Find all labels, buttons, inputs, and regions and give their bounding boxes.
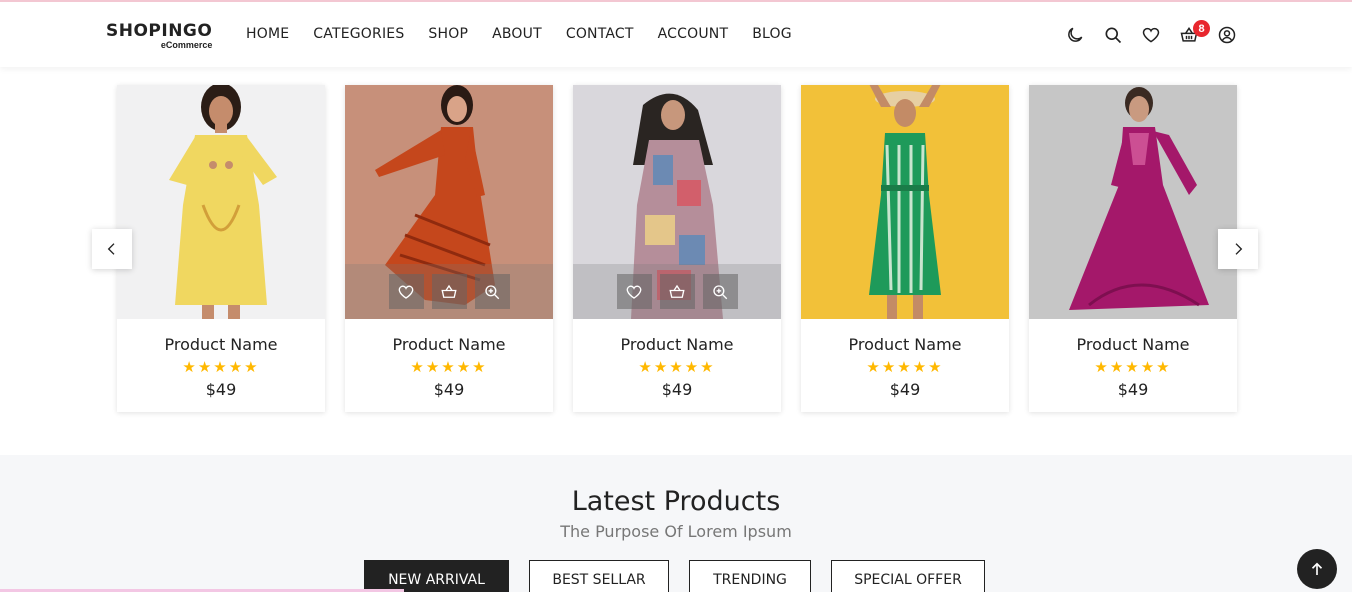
add-to-cart-button[interactable] [659, 274, 695, 309]
rating-stars: ★★★★★ [1094, 359, 1172, 376]
latest-products-section: Latest Products The Purpose Of Lorem Ips… [0, 455, 1352, 592]
product-price: $49 [661, 380, 693, 399]
tab-new-arrival[interactable]: NEW ARRIVAL [364, 560, 509, 592]
product-actions [573, 264, 781, 319]
product-info: Product Name ★★★★★ $49 [801, 319, 1009, 399]
nav-about[interactable]: ABOUT [492, 26, 542, 42]
product-name[interactable]: Product Name [1029, 335, 1237, 354]
product-card[interactable]: Product Name ★★★★★ $49 [801, 85, 1009, 412]
product-card[interactable]: Product Name ★★★★★ $49 [573, 85, 781, 412]
rating-stars: ★★★★★ [638, 359, 716, 376]
nav-shop[interactable]: SHOP [428, 26, 468, 42]
rating-stars: ★★★★★ [410, 359, 488, 376]
add-to-cart-button[interactable] [431, 274, 467, 309]
product-card[interactable]: Product Name ★★★★★ $49 [1029, 85, 1237, 412]
nav-account[interactable]: ACCOUNT [658, 26, 729, 42]
product-name[interactable]: Product Name [801, 335, 1009, 354]
site-header: SHOPINGO eCommerce HOME CATEGORIES SHOP … [0, 0, 1352, 67]
tab-best-sellar[interactable]: BEST SELLAR [529, 560, 669, 592]
chevron-left-icon [107, 243, 115, 255]
product-image[interactable] [573, 85, 781, 319]
nav-blog[interactable]: BLOG [752, 26, 792, 42]
nav-categories[interactable]: CATEGORIES [313, 26, 404, 42]
carousel-next-button[interactable] [1218, 229, 1258, 269]
product-info: Product Name ★★★★★ $49 [1029, 319, 1237, 399]
product-card[interactable]: Product Name ★★★★★ $49 [345, 85, 553, 412]
section-subtitle: The Purpose Of Lorem Ipsum [560, 522, 792, 541]
cart-count-badge: 8 [1193, 20, 1210, 37]
product-name[interactable]: Product Name [117, 335, 325, 354]
product-name[interactable]: Product Name [573, 335, 781, 354]
rating-stars: ★★★★★ [182, 359, 260, 376]
tab-trending[interactable]: TRENDING [689, 560, 811, 592]
brand-name: SHOPINGO [106, 21, 213, 41]
product-image[interactable] [117, 85, 325, 319]
product-carousel: Product Name ★★★★★ $49 Product Name ★★★★… [92, 85, 1258, 415]
product-price: $49 [433, 380, 465, 399]
product-info: Product Name ★★★★★ $49 [345, 319, 553, 399]
product-info: Product Name ★★★★★ $49 [573, 319, 781, 399]
arrow-up-icon [1311, 562, 1323, 575]
rating-stars: ★★★★★ [866, 359, 944, 376]
heart-icon[interactable] [1140, 24, 1162, 46]
product-image[interactable] [1029, 85, 1237, 319]
product-price: $49 [1117, 380, 1149, 399]
section-title: Latest Products [571, 486, 781, 517]
back-to-top-button[interactable] [1297, 549, 1337, 589]
product-price: $49 [889, 380, 921, 399]
search-icon[interactable] [1102, 24, 1124, 46]
product-image[interactable] [801, 85, 1009, 319]
nav-home[interactable]: HOME [246, 26, 289, 42]
header-icons: 8 [1064, 20, 1254, 46]
user-icon[interactable] [1216, 24, 1238, 46]
main-nav: HOME CATEGORIES SHOP ABOUT CONTACT ACCOU… [246, 26, 816, 42]
wishlist-button[interactable] [616, 274, 652, 309]
tab-special-offer[interactable]: SPECIAL OFFER [831, 560, 985, 592]
product-image[interactable] [345, 85, 553, 319]
carousel-prev-button[interactable] [92, 229, 132, 269]
chevron-right-icon [1235, 243, 1243, 255]
wishlist-button[interactable] [388, 274, 424, 309]
product-card[interactable]: Product Name ★★★★★ $49 [117, 85, 325, 412]
moon-icon[interactable] [1064, 24, 1086, 46]
brand-tagline: eCommerce [160, 40, 213, 50]
quick-view-button[interactable] [474, 274, 510, 309]
product-info: Product Name ★★★★★ $49 [117, 319, 325, 399]
product-price: $49 [205, 380, 237, 399]
nav-contact[interactable]: CONTACT [566, 26, 634, 42]
basket-icon[interactable]: 8 [1178, 20, 1210, 46]
brand-logo[interactable]: SHOPINGO eCommerce [106, 22, 212, 50]
product-actions [345, 264, 553, 319]
quick-view-button[interactable] [702, 274, 738, 309]
product-name[interactable]: Product Name [345, 335, 553, 354]
